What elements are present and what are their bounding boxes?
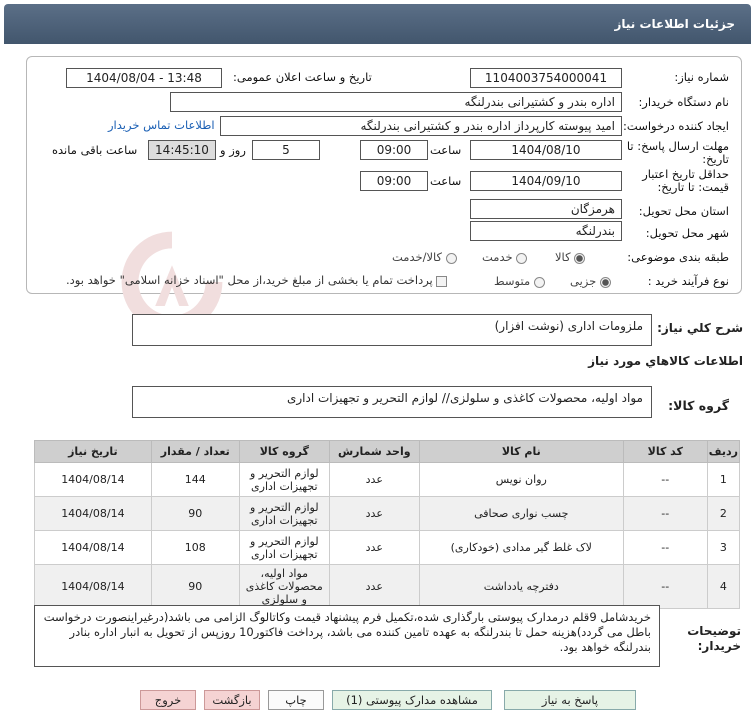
cell-code: -- (622, 564, 708, 609)
radio-icon[interactable] (574, 252, 586, 264)
cell-date: 1404/08/14 (34, 564, 152, 609)
cell-unit: عدد (328, 564, 420, 609)
cell-row: 3 (706, 530, 741, 565)
col-name: نام کالا (418, 440, 624, 463)
province-field: هرمزگان (470, 199, 622, 219)
cell-name: دفترچه یادداشت (418, 564, 624, 609)
buyer-org-label: نام دستگاه خریدار: (638, 95, 729, 109)
col-row: ردیف (706, 440, 741, 463)
goods-info-title: اطلاعات كالاهاي مورد نياز (588, 354, 743, 368)
cell-unit: عدد (328, 496, 420, 531)
print-button[interactable]: چاپ (268, 690, 324, 710)
radio-icon[interactable] (533, 276, 545, 288)
radio-icon[interactable] (445, 252, 457, 264)
remaining-time-field: 14:45:10 (148, 140, 216, 160)
col-unit: واحد شمارش (328, 440, 420, 463)
radio-icon[interactable] (599, 276, 611, 288)
validity-label: حداقل تاریخ اعتبار (642, 167, 729, 181)
col-date: تاریخ نیاز (34, 440, 152, 463)
category-option-goods[interactable]: کالا (555, 250, 586, 264)
category-label: طبقه بندی موضوعی: (627, 250, 729, 264)
table-row: 4 -- دفترچه یادداشت عدد مواد اولیه، محصو… (34, 564, 741, 609)
cell-row: 1 (706, 462, 741, 497)
cell-name: چسب نواری صحافی (418, 496, 624, 531)
category-option-goods-service[interactable]: کالا/خدمت (392, 250, 457, 264)
announce-label: تاریخ و ساعت اعلان عمومی: (233, 70, 372, 84)
deadline-time-label: ساعت (430, 143, 462, 157)
buyer-notes-label: توضیحات (687, 624, 741, 638)
need-number-label: شماره نیاز: (674, 70, 729, 84)
process-option-minor[interactable]: جزیی (570, 274, 611, 288)
city-label: شهر محل تحویل: (645, 226, 729, 240)
validity-time-field: 09:00 (360, 171, 428, 191)
col-code: کد کالا (622, 440, 708, 463)
page-header: جزئیات اطلاعات نیاز (4, 4, 751, 44)
deadline-label-date: تاریخ: (702, 152, 729, 166)
buyer-notes-label-2: خریدار: (697, 639, 741, 653)
category-option-service[interactable]: خدمت (482, 250, 528, 264)
cell-code: -- (622, 530, 708, 565)
summary-field: ملزومات اداری (نوشت افزار) (132, 314, 652, 346)
validity-label-date: قیمت: تا تاریخ: (657, 180, 729, 194)
cell-date: 1404/08/14 (34, 462, 152, 497)
goods-group-field: مواد اولیه، محصولات کاغذی و سلولزی// لوا… (132, 386, 652, 418)
process-option-medium[interactable]: متوسط (494, 274, 545, 288)
radio-icon[interactable] (516, 252, 528, 264)
cell-group: لوازم التحریر و تجهیزات اداری (238, 496, 330, 531)
province-label: استان محل تحویل: (638, 204, 729, 218)
city-field: بندرلنگه (470, 221, 622, 241)
exit-button[interactable]: خروج (140, 690, 196, 710)
col-group: گروه کالا (238, 440, 330, 463)
cell-qty: 108 (150, 530, 240, 565)
page-title: جزئیات اطلاعات نیاز (614, 17, 735, 31)
cell-unit: عدد (328, 462, 420, 497)
attachments-button[interactable]: مشاهده مدارک پیوستی (1) (332, 690, 492, 710)
buyer-contact-link[interactable]: اطلاعات تماس خریدار (108, 118, 215, 132)
creator-label: ایجاد کننده درخواست: (623, 119, 729, 133)
goods-table: ردیف کد کالا نام کالا واحد شمارش گروه کا… (34, 440, 741, 609)
cell-unit: عدد (328, 530, 420, 565)
remaining-days-field: 5 (252, 140, 320, 160)
goods-group-label: گروه کالا: (668, 398, 729, 413)
creator-field: امید پیوسته کارپرداز اداره بندر و کشتیرا… (220, 116, 622, 136)
deadline-label: مهلت ارسال پاسخ: تا (626, 139, 729, 153)
validity-date-field: 1404/09/10 (470, 171, 622, 191)
back-button[interactable]: بازگشت (204, 690, 260, 710)
remaining-time-label: ساعت باقی مانده (52, 143, 138, 157)
announce-field: 1404/08/04 - 13:48 (66, 68, 222, 88)
deadline-time-field: 09:00 (360, 140, 428, 160)
cell-code: -- (622, 496, 708, 531)
table-header-row: ردیف کد کالا نام کالا واحد شمارش گروه کا… (34, 440, 741, 463)
cell-row: 4 (706, 564, 741, 609)
cell-group: مواد اولیه، محصولات کاغذی و سلولزی (238, 564, 330, 609)
buyer-org-field: اداره بندر و کشتیرانی بندرلنگه (170, 92, 622, 112)
col-qty: تعداد / مقدار (150, 440, 240, 463)
process-label: نوع فرآیند خرید : (647, 274, 729, 288)
cell-qty: 144 (150, 462, 240, 497)
table-row: 3 -- لاک غلط گیر مدادی (خودکاری) عدد لوا… (34, 530, 741, 565)
cell-row: 2 (706, 496, 741, 531)
cell-name: روان نویس (418, 462, 624, 497)
cell-name: لاک غلط گیر مدادی (خودکاری) (418, 530, 624, 565)
reply-button[interactable]: پاسخ به نیاز (504, 690, 636, 710)
deadline-date-field: 1404/08/10 (470, 140, 622, 160)
cell-group: لوازم التحریر و تجهیزات اداری (238, 530, 330, 565)
cell-code: -- (622, 462, 708, 497)
table-row: 2 -- چسب نواری صحافی عدد لوازم التحریر و… (34, 496, 741, 531)
need-number-field: 1104003754000041 (470, 68, 622, 88)
cell-date: 1404/08/14 (34, 530, 152, 565)
checkbox-icon[interactable] (436, 275, 448, 287)
validity-time-label: ساعت (430, 174, 462, 188)
treasury-payment-option[interactable]: پرداخت تمام یا بخشی از مبلغ خرید،از محل … (66, 273, 448, 287)
cell-date: 1404/08/14 (34, 496, 152, 531)
cell-group: لوازم التحریر و تجهیزات اداری (238, 462, 330, 497)
remaining-days-label: روز و (220, 143, 246, 157)
buyer-notes-field: خریدشامل 9قلم درمدارک پیوستی بارگذاری شد… (34, 605, 660, 667)
cell-qty: 90 (150, 564, 240, 609)
summary-label: شرح كلي نياز: (657, 321, 743, 335)
table-row: 1 -- روان نویس عدد لوازم التحریر و تجهیز… (34, 462, 741, 497)
cell-qty: 90 (150, 496, 240, 531)
